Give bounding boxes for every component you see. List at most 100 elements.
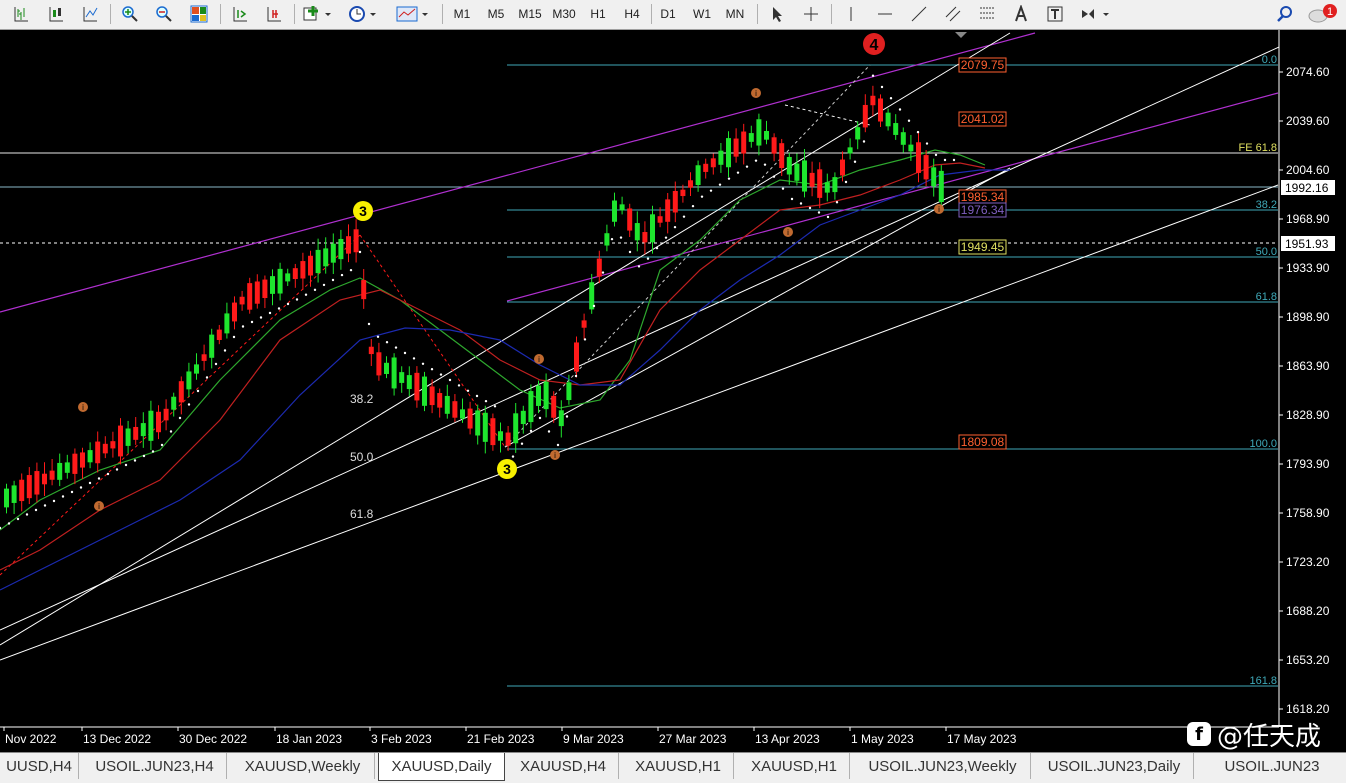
sar-dot: [214, 362, 218, 366]
sar-dot: [511, 455, 515, 458]
candle-body: [4, 488, 9, 508]
cursor-icon[interactable]: [764, 3, 790, 25]
tab-chart[interactable]: USOIL.JUN23,Daily: [1035, 753, 1194, 779]
sar-dot: [178, 416, 182, 420]
sar-dot: [736, 171, 740, 174]
fibonacci-icon[interactable]: [974, 3, 1000, 25]
sar-dot: [25, 513, 29, 516]
sar-dot: [826, 215, 830, 219]
candle-body: [384, 362, 389, 375]
chart-shift-icon[interactable]: [261, 3, 287, 25]
candle-body: [786, 156, 792, 175]
equidistant-channel-icon[interactable]: [940, 3, 966, 25]
timeframe-m5[interactable]: M5: [480, 3, 512, 25]
zoom-out-icon[interactable]: [151, 3, 177, 25]
candle-body: [277, 268, 283, 294]
timeframe-mn[interactable]: MN: [719, 3, 751, 25]
timeframe-m1[interactable]: M1: [446, 3, 478, 25]
tile-windows-icon[interactable]: [186, 3, 212, 25]
candle-body: [87, 450, 93, 463]
candle-body: [665, 199, 671, 222]
candle-body: [475, 410, 481, 436]
trendline-icon[interactable]: [906, 3, 932, 25]
tab-chart-active[interactable]: XAUUSD,Daily: [378, 753, 505, 781]
sar-dot: [268, 311, 272, 315]
periodicity-icon[interactable]: [345, 3, 381, 25]
sar-dot: [547, 430, 551, 433]
tab-chart[interactable]: USOIL.JUN23: [1198, 753, 1346, 779]
horizontal-line-icon[interactable]: [872, 3, 898, 25]
candle-body: [353, 229, 359, 253]
candle-body: [862, 104, 868, 128]
timeframe-w1[interactable]: W1: [686, 3, 718, 25]
search-icon[interactable]: [1272, 3, 1298, 25]
timeframe-h4[interactable]: H4: [616, 3, 648, 25]
price-tick-label: 1758.90: [1286, 506, 1330, 520]
timeframe-m15[interactable]: M15: [514, 3, 546, 25]
candle-body: [604, 233, 610, 246]
indicators-icon[interactable]: [300, 3, 336, 25]
timeframe-m30[interactable]: M30: [548, 3, 580, 25]
fib-level-label: 61.8: [1256, 291, 1277, 303]
date-tick-label: 9 Mar 2023: [563, 732, 624, 746]
tab-chart[interactable]: USOIL.JUN23,H4: [83, 753, 227, 779]
tab-chart[interactable]: UUSD,H4: [0, 753, 79, 779]
sar-dot: [295, 298, 299, 301]
price-chart[interactable]: 0.0 FE 61.8 38.2 50.0 61.8 100.0 161.8 38.2 50.0…: [0, 30, 1346, 751]
crosshair-price-label: 1951.93: [1285, 237, 1329, 251]
date-tick-label: 27 Mar 2023: [659, 732, 727, 746]
candlestick-icon[interactable]: [43, 3, 69, 25]
sar-dot: [106, 472, 110, 476]
sar-dot: [16, 517, 20, 521]
sar-dot: [457, 384, 461, 387]
sar-dot: [70, 490, 74, 494]
sar-dot: [493, 405, 497, 408]
text-tool-icon[interactable]: [1008, 3, 1034, 25]
candle-body: [232, 302, 237, 322]
candle-body: [505, 432, 511, 446]
zoom-in-icon[interactable]: [117, 3, 143, 25]
sar-dot: [538, 416, 542, 420]
date-tick-label: 13 Apr 2023: [755, 732, 820, 746]
candle-body: [118, 425, 123, 457]
date-tick-label: 17 May 2023: [947, 732, 1017, 746]
notifications-icon[interactable]: 1: [1305, 3, 1341, 25]
sar-dot: [871, 74, 875, 77]
minor-wave-label: i: [787, 228, 789, 237]
minor-wave-label: i: [554, 451, 556, 460]
tab-chart[interactable]: XAUUSD,Weekly: [231, 753, 375, 779]
templates-icon[interactable]: [393, 3, 433, 25]
sar-dot: [142, 454, 146, 458]
sar-dot: [439, 373, 443, 376]
candle-body: [695, 165, 701, 185]
candle-body: [642, 232, 648, 243]
tab-chart[interactable]: XAUUSD,H1: [623, 753, 734, 779]
vertical-line-icon[interactable]: [838, 3, 864, 25]
candle-body: [741, 131, 747, 154]
bar-chart-icon[interactable]: [8, 3, 34, 25]
sar-dot: [637, 265, 641, 268]
arrows-icon[interactable]: [1076, 3, 1114, 25]
sar-dot: [925, 142, 929, 145]
date-tick-label: Nov 2022: [5, 732, 57, 746]
date-tick-label: 21 Feb 2023: [467, 732, 535, 746]
candle-body: [140, 423, 146, 437]
timeframe-h1[interactable]: H1: [582, 3, 614, 25]
candle-body: [429, 386, 435, 406]
candle-body: [802, 160, 807, 192]
sar-dot: [313, 288, 317, 292]
sar-dot: [466, 389, 470, 392]
candle-body: [64, 462, 70, 473]
candle-body: [460, 409, 465, 419]
line-chart-icon[interactable]: [77, 3, 103, 25]
timeframe-d1[interactable]: D1: [652, 3, 684, 25]
tab-chart[interactable]: XAUUSD,H1: [739, 753, 850, 779]
candle-body: [414, 372, 420, 401]
auto-scroll-icon[interactable]: [227, 3, 253, 25]
sar-dot: [349, 268, 353, 272]
tab-chart[interactable]: USOIL.JUN23,Weekly: [855, 753, 1031, 779]
tab-chart[interactable]: XAUUSD,H4: [508, 753, 619, 779]
minor-wave-label: i: [755, 89, 757, 98]
crosshair-icon[interactable]: [798, 3, 824, 25]
text-label-icon[interactable]: [1042, 3, 1068, 25]
